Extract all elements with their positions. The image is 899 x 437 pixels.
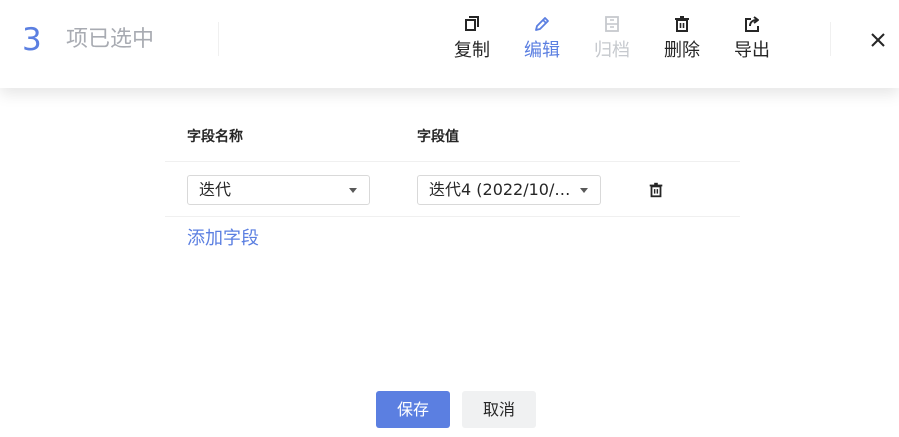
table-header: 字段名称 字段值 bbox=[165, 113, 740, 162]
export-button[interactable]: 导出 bbox=[724, 12, 780, 70]
trash-icon bbox=[675, 16, 689, 32]
selected-label: 项已选中 bbox=[66, 27, 155, 52]
trash-icon bbox=[649, 182, 663, 198]
field-name-select[interactable]: 迭代 bbox=[187, 175, 370, 205]
archive-icon bbox=[605, 16, 619, 32]
row-delete-button[interactable] bbox=[647, 181, 665, 199]
delete-button[interactable]: 删除 bbox=[654, 12, 710, 70]
selected-count: 3 bbox=[22, 22, 42, 58]
pencil-icon bbox=[535, 17, 549, 31]
selection-toolbar: 3 项已选中 复制 编辑 归档 删除 导出 bbox=[0, 0, 899, 88]
export-label: 导出 bbox=[734, 40, 770, 61]
field-value-select[interactable]: 迭代4 (2022/10/… bbox=[417, 175, 601, 205]
add-field-link[interactable]: 添加字段 bbox=[187, 227, 259, 251]
chevron-down-icon bbox=[349, 188, 357, 193]
copy-button[interactable]: 复制 bbox=[444, 12, 500, 70]
close-icon bbox=[871, 33, 885, 47]
chevron-down-icon bbox=[580, 188, 588, 193]
archive-label: 归档 bbox=[594, 40, 630, 61]
edit-button[interactable]: 编辑 bbox=[514, 12, 570, 70]
export-icon bbox=[745, 16, 759, 32]
copy-icon bbox=[465, 16, 479, 31]
field-value-header: 字段值 bbox=[417, 129, 459, 145]
field-name-header: 字段名称 bbox=[187, 129, 243, 145]
save-button[interactable]: 保存 bbox=[376, 391, 450, 428]
field-value-value: 迭代4 (2022/10/… bbox=[429, 180, 571, 199]
archive-button[interactable]: 归档 bbox=[584, 12, 640, 70]
field-name-value: 迭代 bbox=[199, 180, 232, 199]
delete-label: 删除 bbox=[664, 40, 700, 61]
toolbar-divider-right bbox=[830, 22, 831, 56]
edit-label: 编辑 bbox=[524, 40, 560, 61]
close-button[interactable] bbox=[864, 26, 892, 54]
toolbar-divider-left bbox=[218, 22, 219, 56]
copy-label: 复制 bbox=[454, 40, 490, 61]
cancel-button[interactable]: 取消 bbox=[462, 391, 536, 428]
table-row: 迭代 迭代4 (2022/10/… bbox=[165, 162, 740, 217]
bulk-edit-panel: 字段名称 字段值 迭代 迭代4 (2022/10/… 添加字段 保存 取消 bbox=[0, 88, 899, 437]
